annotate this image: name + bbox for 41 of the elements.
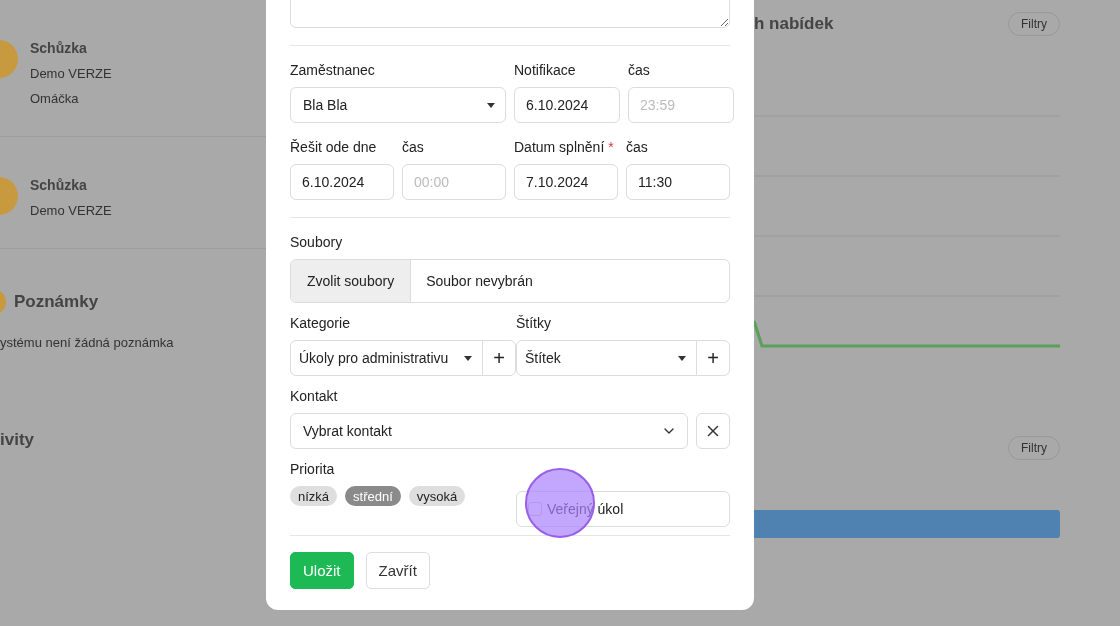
activity-title: Schůzka [30,177,88,193]
field-label: Notifikace [514,62,577,80]
add-button[interactable]: + [482,340,516,376]
field-label: čas [628,62,651,80]
section-title: Poznámky [14,292,99,312]
priority-chip[interactable]: vysoká [408,486,466,506]
chart-title: h nabídek [754,14,834,34]
file-field[interactable]: Zvolit soubory Soubor nevybrán [290,259,730,303]
time-field[interactable]: 11:30 [626,164,730,200]
priority-chip[interactable]: nízká [290,486,338,506]
file-status: Soubor nevybrán [425,272,533,291]
activity-title: Schůzka [30,40,88,56]
date-field[interactable]: 6.10.2024 [290,164,394,200]
section-title: ivity [0,430,35,450]
field-label: Kontakt [290,388,339,406]
caret-icon [487,102,495,108]
contact-select[interactable]: Vybrat kontakt [290,413,688,449]
field-label: Zaměstnanec [290,62,376,80]
date-field[interactable]: 6.10.2024 [514,87,620,123]
empty-text: ystému není žádná poznámka [0,335,175,350]
time-field[interactable]: 00:00 [402,164,506,200]
time-field[interactable]: 23:59 [628,87,734,123]
activity-text: Demo VERZE [30,203,112,218]
field-label: Priorita [290,461,336,479]
choose-files-button[interactable]: Zvolit soubory [291,260,412,302]
field-label: Soubory [290,234,344,252]
caret-icon [678,355,686,361]
add-button[interactable]: + [696,340,730,376]
caret-icon [464,355,472,361]
field-label: čas [402,139,425,157]
field-label: Štítky [516,315,552,333]
field-label: Datum splnění * [514,139,615,157]
close-button[interactable]: Zavřít [365,552,430,589]
field-label: Řešit ode dne [290,139,378,157]
field-label: Kategorie [290,315,351,333]
activity-text: Demo VERZE [30,66,112,81]
employee-select[interactable]: Bla Bla [290,87,506,123]
activity-text: Omáčka [30,91,80,106]
date-field[interactable]: 7.10.2024 [514,164,618,200]
field-label: čas [626,139,649,157]
clear-button[interactable] [696,413,730,449]
